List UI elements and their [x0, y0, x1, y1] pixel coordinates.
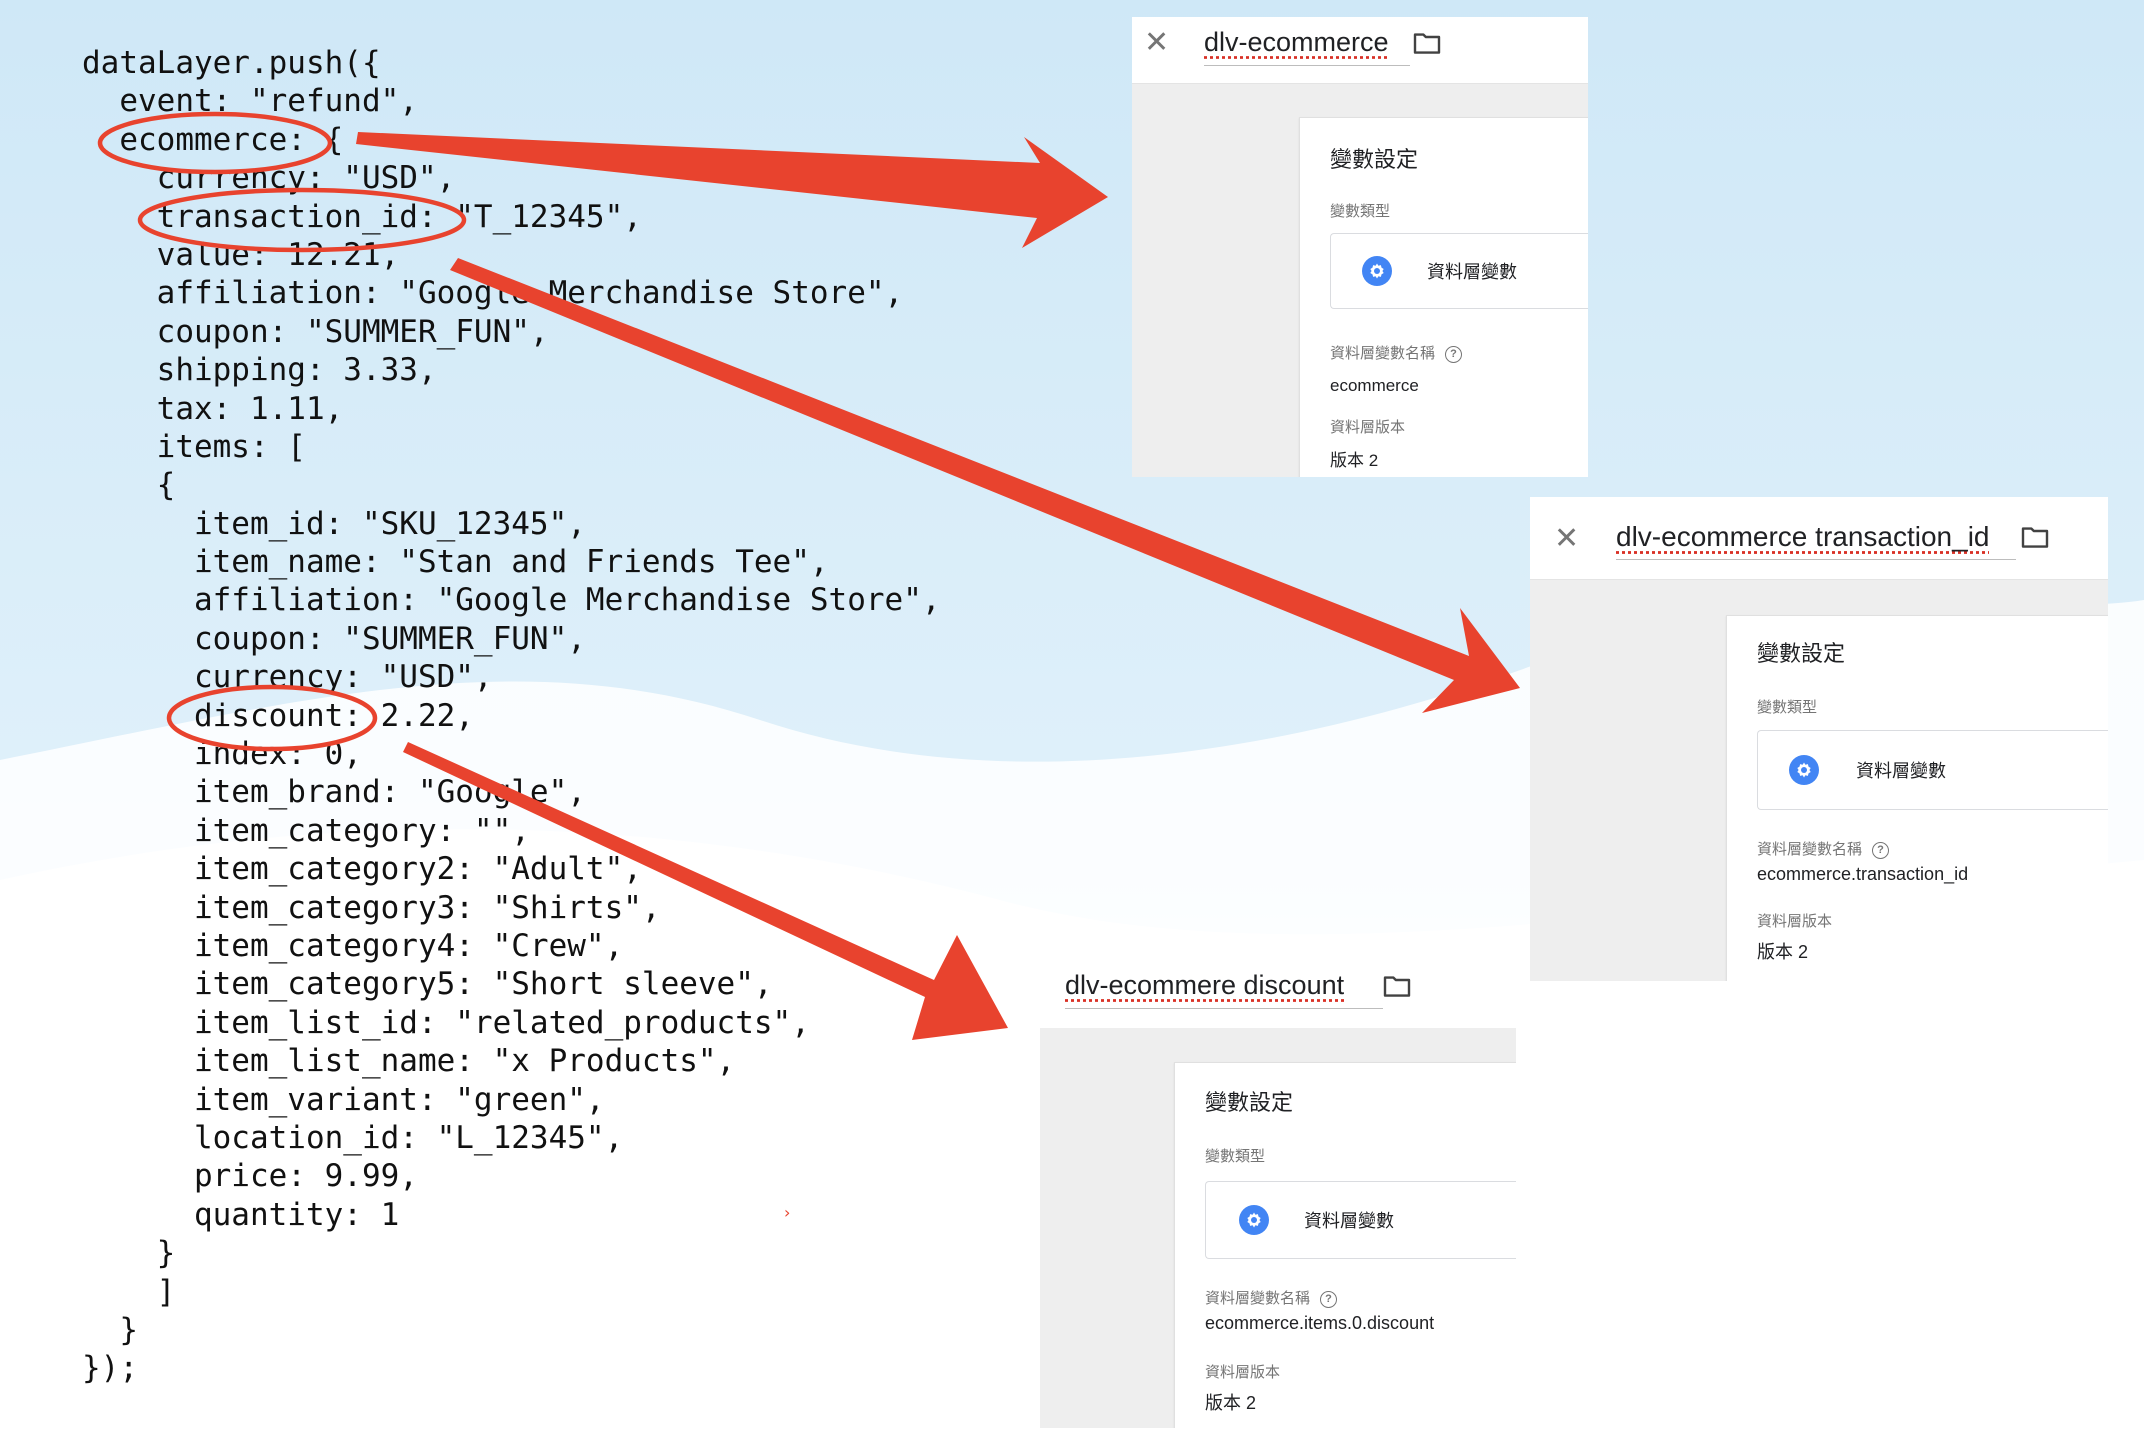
- dl-variable-name-label: 資料層變數名稱?: [1205, 1287, 1338, 1308]
- code-line: item_brand: "Google",: [82, 774, 586, 811]
- dl-variable-name-value: ecommerce: [1330, 376, 1419, 395]
- variable-type-selector[interactable]: 資料層變數: [1205, 1181, 1516, 1259]
- label-text: 資料層變數名稱: [1757, 841, 1863, 858]
- variable-type-label: 變數類型: [1205, 1148, 1266, 1165]
- folder-icon[interactable]: [1382, 974, 1412, 998]
- label-text: 資料層變數名稱: [1205, 1290, 1311, 1307]
- dl-variable-name-value: ecommerce.transaction_id: [1757, 864, 1969, 884]
- code-line: item_category3: "Shirts",: [82, 889, 661, 926]
- code-line: ecommerce: {: [82, 121, 344, 158]
- code-line: coupon: "SUMMER_FUN",: [82, 620, 586, 657]
- code-line: dataLayer.push({: [82, 45, 381, 81]
- dl-version-label: 資料層版本: [1757, 913, 1833, 930]
- code-line: discount: 2.22,: [82, 697, 474, 734]
- panel-header: ✕ dlv-ecommerce transaction_id: [1530, 497, 2108, 580]
- code-line: item_id: "SKU_12345",: [82, 505, 586, 542]
- code-line: item_name: "Stan and Friends Tee",: [82, 544, 829, 581]
- folder-icon[interactable]: [1412, 31, 1442, 55]
- dl-variable-name-label: 資料層變數名稱?: [1330, 342, 1463, 363]
- gear-icon: [1362, 256, 1392, 286]
- code-line: affiliation: "Google Merchandise Store",: [82, 582, 941, 619]
- help-icon[interactable]: ?: [1320, 1290, 1338, 1308]
- variable-type-selector[interactable]: 資料層變數: [1330, 233, 1588, 309]
- code-line: quantity: 1: [82, 1196, 400, 1233]
- stray-mark: ›: [784, 1203, 791, 1222]
- code-line: tax: 1.11,: [82, 390, 344, 427]
- variable-name-title[interactable]: dlv-ecommerce: [1204, 27, 1389, 58]
- variable-type-value: 資料層變數: [1856, 761, 1946, 781]
- panel-dlv-ecommerce-transaction-id: ✕ dlv-ecommerce transaction_id 變數設定 變數類型…: [1530, 497, 2108, 981]
- dl-version-value[interactable]: 版本 2: [1205, 1389, 1256, 1415]
- gear-icon: [1239, 1205, 1269, 1235]
- close-icon[interactable]: ✕: [1554, 521, 1579, 556]
- variable-type-label: 變數類型: [1757, 699, 1818, 716]
- panel-header: dlv-ecommere discount: [1040, 950, 1516, 1028]
- code-line: currency: "USD",: [82, 160, 456, 197]
- datalayer-code-block: dataLayer.push({ event: "refund", ecomme…: [82, 44, 941, 1388]
- variable-name-title[interactable]: dlv-ecommerce transaction_id: [1616, 521, 1990, 553]
- code-line: });: [82, 1350, 138, 1387]
- panel-dlv-ecommerce-discount: dlv-ecommere discount 變數設定 變數類型 資料層變數 資料…: [1040, 950, 1516, 1428]
- help-icon[interactable]: ?: [1445, 345, 1463, 363]
- code-line: items: [: [82, 428, 306, 465]
- title-underline: [1065, 1008, 1383, 1009]
- code-line: currency: "USD",: [82, 659, 493, 696]
- variable-config-card: 變數設定 變數類型 資料層變數 資料層變數名稱? ecommerce.items…: [1174, 1062, 1516, 1428]
- panel-header: ✕ dlv-ecommerce: [1132, 17, 1588, 84]
- code-line: location_id: "L_12345",: [82, 1119, 624, 1156]
- code-line: {: [82, 467, 176, 504]
- section-title: 變數設定: [1205, 1090, 1294, 1115]
- folder-icon[interactable]: [2020, 525, 2050, 549]
- code-line: transaction_id: "T_12345",: [82, 198, 642, 235]
- code-line: shipping: 3.33,: [82, 352, 437, 389]
- dl-version-label: 資料層版本: [1330, 419, 1406, 436]
- variable-config-card: 變數設定 變數類型 資料層變數 資料層變數名稱? ecommerce.trans…: [1726, 615, 2108, 981]
- variable-config-card: 變數設定 變數類型 資料層變數 資料層變數名稱? ecommerce 資料層版本…: [1299, 117, 1588, 477]
- code-line: affiliation: "Google Merchandise Store",: [82, 275, 904, 312]
- code-line: item_category2: "Adult",: [82, 851, 642, 888]
- code-line: price: 9.99,: [82, 1158, 418, 1195]
- variable-name-title[interactable]: dlv-ecommere discount: [1065, 970, 1344, 1001]
- panel-dlv-ecommerce: ✕ dlv-ecommerce 變數設定 變數類型 資料層變數 資料層變數名稱?…: [1132, 17, 1588, 477]
- variable-type-label: 變數類型: [1330, 203, 1391, 220]
- variable-type-value: 資料層變數: [1304, 1211, 1394, 1231]
- code-line: item_list_name: "x Products",: [82, 1043, 736, 1080]
- variable-type-selector[interactable]: 資料層變數: [1757, 730, 2108, 810]
- code-line: ]: [82, 1273, 176, 1310]
- code-line: item_list_id: "related_products",: [82, 1004, 810, 1041]
- dl-version-value[interactable]: 版本 2: [1330, 446, 1378, 471]
- close-icon[interactable]: ✕: [1144, 25, 1169, 60]
- code-line: index: 0,: [82, 736, 362, 773]
- code-line: item_category4: "Crew",: [82, 927, 624, 964]
- help-icon[interactable]: ?: [1872, 841, 1890, 859]
- code-line: item_category: "",: [82, 812, 530, 849]
- section-title: 變數設定: [1757, 641, 1846, 666]
- code-line: item_variant: "green",: [82, 1081, 605, 1118]
- dl-variable-name-value: ecommerce.items.0.discount: [1205, 1313, 1435, 1333]
- title-underline: [1616, 559, 2016, 560]
- dl-version-label: 資料層版本: [1205, 1364, 1281, 1381]
- title-underline: [1204, 65, 1410, 66]
- section-title: 變數設定: [1330, 147, 1419, 172]
- dl-version-value[interactable]: 版本 2: [1757, 938, 1808, 964]
- label-text: 資料層變數名稱: [1330, 345, 1436, 362]
- code-line: coupon: "SUMMER_FUN",: [82, 313, 549, 350]
- code-line: }: [82, 1235, 176, 1272]
- code-line: event: "refund",: [82, 83, 418, 120]
- code-line: value: 12.21,: [82, 236, 400, 273]
- gear-icon: [1789, 755, 1819, 785]
- variable-type-value: 資料層變數: [1427, 262, 1517, 282]
- code-line: item_category5: "Short sleeve",: [82, 966, 773, 1003]
- dl-variable-name-label: 資料層變數名稱?: [1757, 838, 1890, 859]
- code-line: }: [82, 1311, 138, 1348]
